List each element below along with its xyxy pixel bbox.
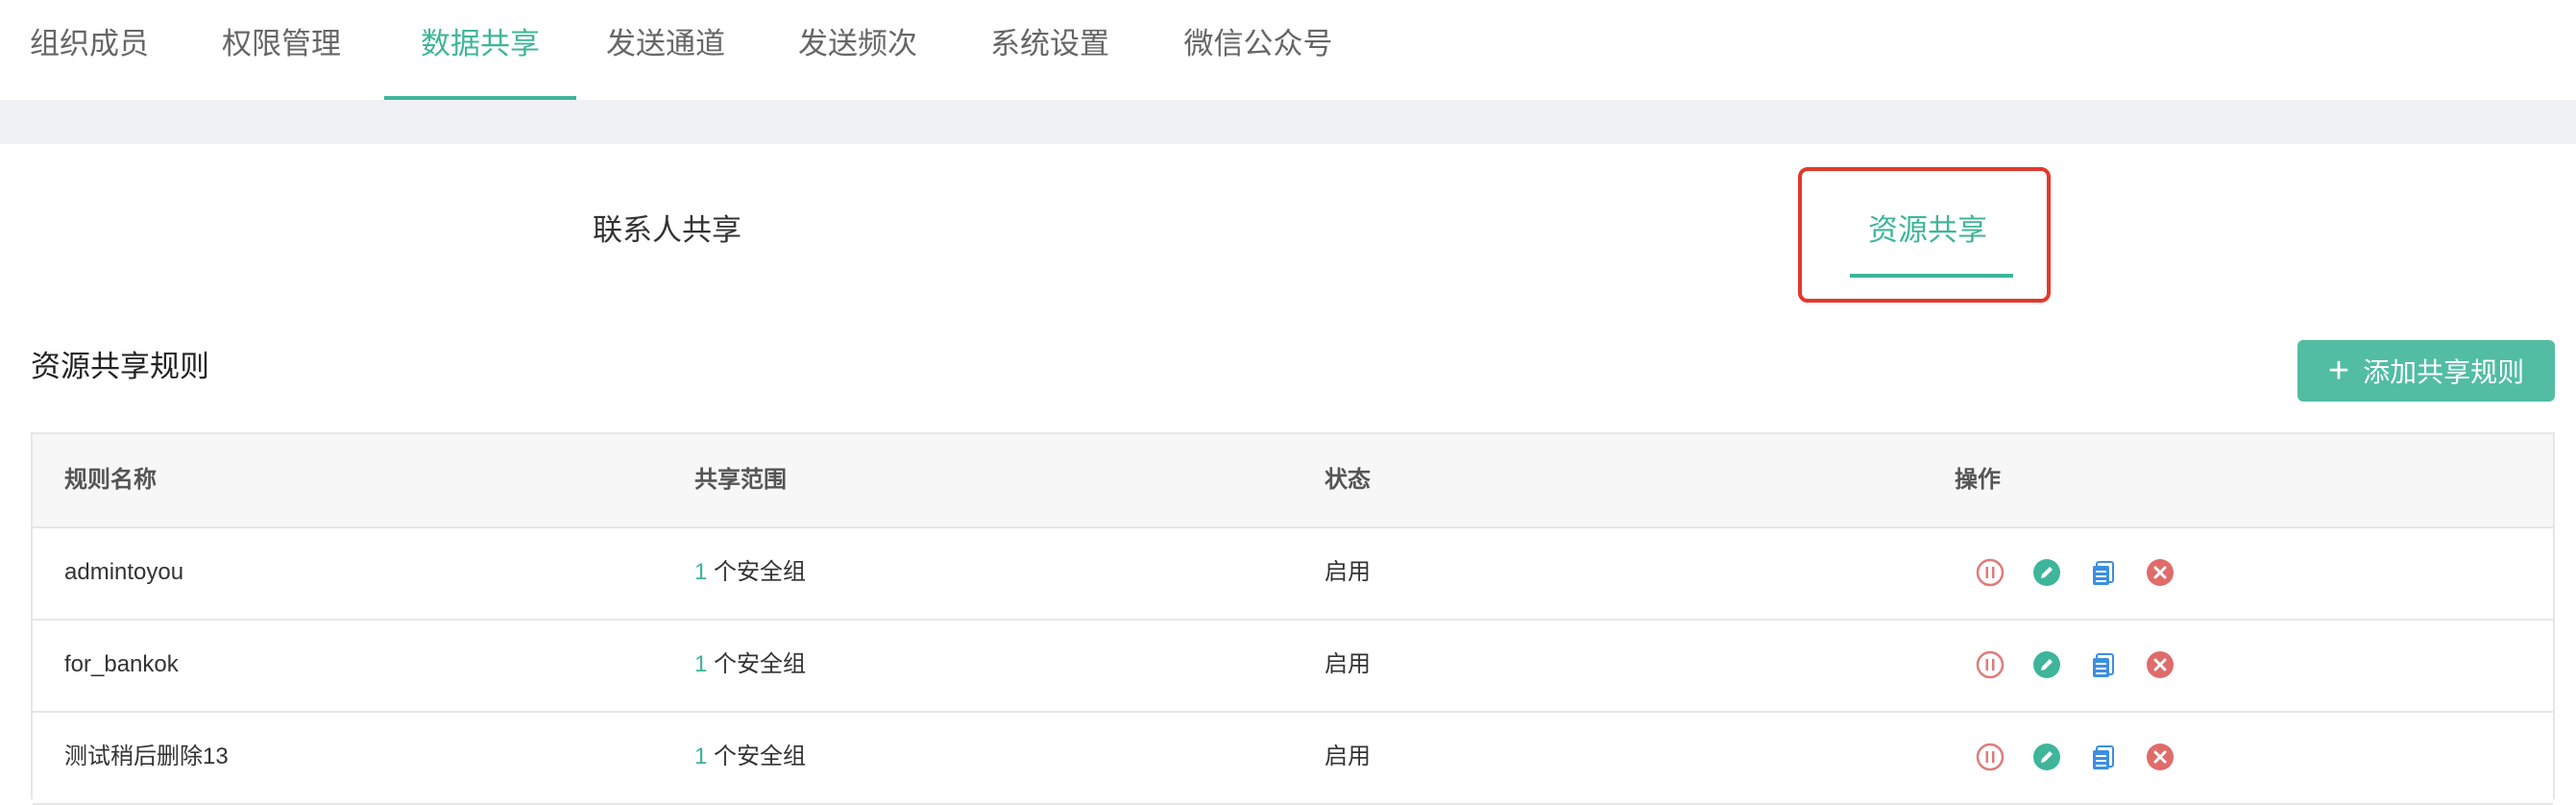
copy-icon[interactable] bbox=[2088, 649, 2119, 680]
scope-text: 个安全组 bbox=[714, 559, 807, 585]
header-status: 状态 bbox=[1324, 467, 1371, 493]
table-row: for_bankok 1 个安全组 启用 bbox=[33, 619, 2553, 713]
copy-icon[interactable] bbox=[2088, 742, 2119, 772]
divider-band bbox=[0, 100, 2576, 144]
section-title: 资源共享规则 bbox=[31, 350, 209, 383]
tab-send-channel[interactable]: 发送通道 bbox=[595, 0, 736, 100]
rule-scope: 1 个安全组 bbox=[694, 526, 806, 619]
top-tabs: 组织成员 权限管理 数据共享 发送通道 发送频次 系统设置 微信公众号 bbox=[0, 0, 2576, 100]
scope-count[interactable]: 1 bbox=[694, 559, 707, 585]
table-row: 测试稍后删除13 1 个安全组 启用 bbox=[33, 711, 2553, 805]
add-rule-label: 添加共享规则 bbox=[2363, 357, 2525, 387]
header-rule-name: 规则名称 bbox=[64, 467, 157, 493]
tab-system-settings[interactable]: 系统设置 bbox=[980, 0, 1120, 100]
tab-send-frequency[interactable]: 发送频次 bbox=[788, 0, 928, 100]
edit-icon[interactable] bbox=[2031, 742, 2062, 772]
table-header: 规则名称 共享范围 状态 操作 bbox=[33, 434, 2553, 528]
scope-count[interactable]: 1 bbox=[694, 744, 707, 769]
rule-status: 启用 bbox=[1324, 744, 1371, 769]
table-row: admintoyou 1 个安全组 启用 bbox=[33, 526, 2553, 621]
pause-icon[interactable] bbox=[1975, 742, 2005, 772]
highlight-box bbox=[1798, 167, 2051, 303]
delete-icon[interactable] bbox=[2145, 742, 2175, 772]
subtab-contact-sharing[interactable]: 联系人共享 bbox=[593, 206, 741, 249]
add-rule-button[interactable]: + 添加共享规则 bbox=[2297, 340, 2555, 402]
plus-icon: + bbox=[2327, 351, 2350, 391]
tab-data-sharing[interactable]: 数据共享 bbox=[384, 0, 576, 100]
edit-icon[interactable] bbox=[2031, 557, 2062, 588]
tab-org-members[interactable]: 组织成员 bbox=[19, 0, 159, 100]
tab-wechat-account[interactable]: 微信公众号 bbox=[1172, 0, 1345, 100]
rule-status: 启用 bbox=[1324, 651, 1371, 677]
rule-scope: 1 个安全组 bbox=[694, 711, 806, 803]
rule-name: for_bankok bbox=[64, 651, 179, 677]
scope-count[interactable]: 1 bbox=[694, 651, 707, 677]
header-actions: 操作 bbox=[1955, 467, 2001, 493]
rule-name: 测试稍后删除13 bbox=[64, 744, 229, 769]
delete-icon[interactable] bbox=[2145, 557, 2175, 588]
rule-scope: 1 个安全组 bbox=[694, 619, 806, 711]
header-scope: 共享范围 bbox=[694, 467, 787, 493]
pause-icon[interactable] bbox=[1975, 649, 2005, 680]
rules-table: 规则名称 共享范围 状态 操作 admintoyou 1 个安全组 启用 for… bbox=[31, 432, 2555, 805]
rule-status: 启用 bbox=[1324, 559, 1371, 585]
rule-name: admintoyou bbox=[64, 559, 184, 585]
pause-icon[interactable] bbox=[1975, 557, 2005, 588]
copy-icon[interactable] bbox=[2088, 557, 2119, 588]
edit-icon[interactable] bbox=[2031, 649, 2062, 680]
delete-icon[interactable] bbox=[2145, 649, 2175, 680]
scope-text: 个安全组 bbox=[714, 744, 807, 769]
scope-text: 个安全组 bbox=[714, 651, 807, 677]
tab-permissions[interactable]: 权限管理 bbox=[211, 0, 352, 100]
